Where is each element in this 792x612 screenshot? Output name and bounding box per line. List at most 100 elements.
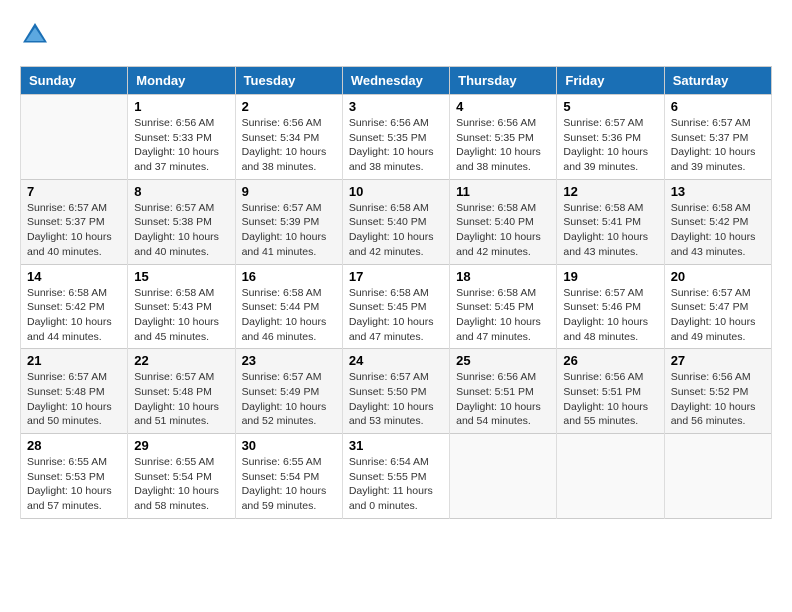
header-sunday: Sunday [21,67,128,95]
day-number: 20 [671,269,765,284]
day-number: 4 [456,99,550,114]
day-info: Sunrise: 6:57 AMSunset: 5:47 PMDaylight:… [671,286,765,345]
day-number: 2 [242,99,336,114]
day-info: Sunrise: 6:58 AMSunset: 5:43 PMDaylight:… [134,286,228,345]
day-number: 10 [349,184,443,199]
week-row-5: 28 Sunrise: 6:55 AMSunset: 5:53 PMDayligh… [21,434,772,519]
day-number: 27 [671,353,765,368]
day-cell: 4 Sunrise: 6:56 AMSunset: 5:35 PMDaylight… [450,95,557,180]
day-cell: 18 Sunrise: 6:58 AMSunset: 5:45 PMDayligh… [450,264,557,349]
day-info: Sunrise: 6:57 AMSunset: 5:50 PMDaylight:… [349,370,443,429]
day-cell: 3Sunrise: 6:56 AMSunset: 5:35 PMDaylight… [342,95,449,180]
day-info: Sunrise: 6:57 AMSunset: 5:37 PMDaylight:… [671,116,765,175]
day-number: 18 [456,269,550,284]
day-number: 19 [563,269,657,284]
day-cell: 8 Sunrise: 6:57 AMSunset: 5:38 PMDaylight… [128,179,235,264]
day-number: 15 [134,269,228,284]
day-number: 26 [563,353,657,368]
day-cell: 14Sunrise: 6:58 AMSunset: 5:42 PMDayligh… [21,264,128,349]
day-number: 12 [563,184,657,199]
day-info: Sunrise: 6:57 AMSunset: 5:49 PMDaylight:… [242,370,336,429]
header-monday: Monday [128,67,235,95]
day-info: Sunrise: 6:58 AMSunset: 5:40 PMDaylight:… [349,201,443,260]
day-info: Sunrise: 6:57 AMSunset: 5:39 PMDaylight:… [242,201,336,260]
day-cell: 15 Sunrise: 6:58 AMSunset: 5:43 PMDayligh… [128,264,235,349]
day-info: Sunrise: 6:55 AMSunset: 5:53 PMDaylight:… [27,455,121,514]
day-cell: 24Sunrise: 6:57 AMSunset: 5:50 PMDayligh… [342,349,449,434]
page-header [20,20,772,50]
day-number: 14 [27,269,121,284]
day-number: 31 [349,438,443,453]
day-cell: 27 Sunrise: 6:56 AMSunset: 5:52 PMDayligh… [664,349,771,434]
day-number: 16 [242,269,336,284]
day-number: 7 [27,184,121,199]
day-info: Sunrise: 6:57 AMSunset: 5:48 PMDaylight:… [27,370,121,429]
day-number: 17 [349,269,443,284]
day-number: 9 [242,184,336,199]
day-number: 28 [27,438,121,453]
day-cell [450,434,557,519]
day-info: Sunrise: 6:54 AMSunset: 5:55 PMDaylight:… [349,455,443,514]
day-cell: 6 Sunrise: 6:57 AMSunset: 5:37 PMDaylight… [664,95,771,180]
day-info: Sunrise: 6:57 AMSunset: 5:38 PMDaylight:… [134,201,228,260]
day-number: 29 [134,438,228,453]
day-info: Sunrise: 6:56 AMSunset: 5:35 PMDaylight:… [456,116,550,175]
day-cell: 23 Sunrise: 6:57 AMSunset: 5:49 PMDayligh… [235,349,342,434]
day-number: 30 [242,438,336,453]
header-saturday: Saturday [664,67,771,95]
day-cell: 30 Sunrise: 6:55 AMSunset: 5:54 PMDayligh… [235,434,342,519]
day-cell: 13Sunrise: 6:58 AMSunset: 5:42 PMDayligh… [664,179,771,264]
day-cell: 20 Sunrise: 6:57 AMSunset: 5:47 PMDayligh… [664,264,771,349]
day-cell [21,95,128,180]
logo-icon [20,20,50,50]
day-number: 21 [27,353,121,368]
day-info: Sunrise: 6:57 AMSunset: 5:48 PMDaylight:… [134,370,228,429]
day-cell: 25 Sunrise: 6:56 AMSunset: 5:51 PMDayligh… [450,349,557,434]
day-info: Sunrise: 6:58 AMSunset: 5:41 PMDaylight:… [563,201,657,260]
week-row-2: 7 Sunrise: 6:57 AMSunset: 5:37 PMDaylight… [21,179,772,264]
day-info: Sunrise: 6:55 AMSunset: 5:54 PMDaylight:… [242,455,336,514]
day-number: 13 [671,184,765,199]
calendar-header-row: SundayMondayTuesdayWednesdayThursdayFrid… [21,67,772,95]
day-number: 11 [456,184,550,199]
day-cell: 26Sunrise: 6:56 AMSunset: 5:51 PMDayligh… [557,349,664,434]
day-info: Sunrise: 6:56 AMSunset: 5:33 PMDaylight:… [134,116,228,175]
day-number: 5 [563,99,657,114]
week-row-1: 1 Sunrise: 6:56 AMSunset: 5:33 PMDaylight… [21,95,772,180]
day-cell: 7 Sunrise: 6:57 AMSunset: 5:37 PMDaylight… [21,179,128,264]
day-number: 6 [671,99,765,114]
day-cell: 29 Sunrise: 6:55 AMSunset: 5:54 PMDayligh… [128,434,235,519]
day-info: Sunrise: 6:58 AMSunset: 5:45 PMDaylight:… [456,286,550,345]
day-cell: 31 Sunrise: 6:54 AMSunset: 5:55 PMDayligh… [342,434,449,519]
day-cell: 5 Sunrise: 6:57 AMSunset: 5:36 PMDaylight… [557,95,664,180]
day-cell: 22 Sunrise: 6:57 AMSunset: 5:48 PMDayligh… [128,349,235,434]
day-info: Sunrise: 6:56 AMSunset: 5:51 PMDaylight:… [456,370,550,429]
day-info: Sunrise: 6:58 AMSunset: 5:44 PMDaylight:… [242,286,336,345]
day-cell: 11 Sunrise: 6:58 AMSunset: 5:40 PMDayligh… [450,179,557,264]
week-row-4: 21 Sunrise: 6:57 AMSunset: 5:48 PMDayligh… [21,349,772,434]
day-cell: 16 Sunrise: 6:58 AMSunset: 5:44 PMDayligh… [235,264,342,349]
week-row-3: 14Sunrise: 6:58 AMSunset: 5:42 PMDayligh… [21,264,772,349]
header-tuesday: Tuesday [235,67,342,95]
day-number: 1 [134,99,228,114]
day-info: Sunrise: 6:57 AMSunset: 5:46 PMDaylight:… [563,286,657,345]
header-friday: Friday [557,67,664,95]
day-cell: 1 Sunrise: 6:56 AMSunset: 5:33 PMDaylight… [128,95,235,180]
day-number: 8 [134,184,228,199]
day-cell [664,434,771,519]
day-info: Sunrise: 6:56 AMSunset: 5:52 PMDaylight:… [671,370,765,429]
day-cell [557,434,664,519]
day-cell: 12 Sunrise: 6:58 AMSunset: 5:41 PMDayligh… [557,179,664,264]
day-info: Sunrise: 6:57 AMSunset: 5:36 PMDaylight:… [563,116,657,175]
day-number: 23 [242,353,336,368]
day-cell: 17Sunrise: 6:58 AMSunset: 5:45 PMDayligh… [342,264,449,349]
day-info: Sunrise: 6:57 AMSunset: 5:37 PMDaylight:… [27,201,121,260]
day-cell: 28 Sunrise: 6:55 AMSunset: 5:53 PMDayligh… [21,434,128,519]
day-number: 22 [134,353,228,368]
day-cell: 10 Sunrise: 6:58 AMSunset: 5:40 PMDayligh… [342,179,449,264]
day-number: 25 [456,353,550,368]
day-number: 3 [349,99,443,114]
header-thursday: Thursday [450,67,557,95]
day-info: Sunrise: 6:58 AMSunset: 5:40 PMDaylight:… [456,201,550,260]
day-info: Sunrise: 6:55 AMSunset: 5:54 PMDaylight:… [134,455,228,514]
